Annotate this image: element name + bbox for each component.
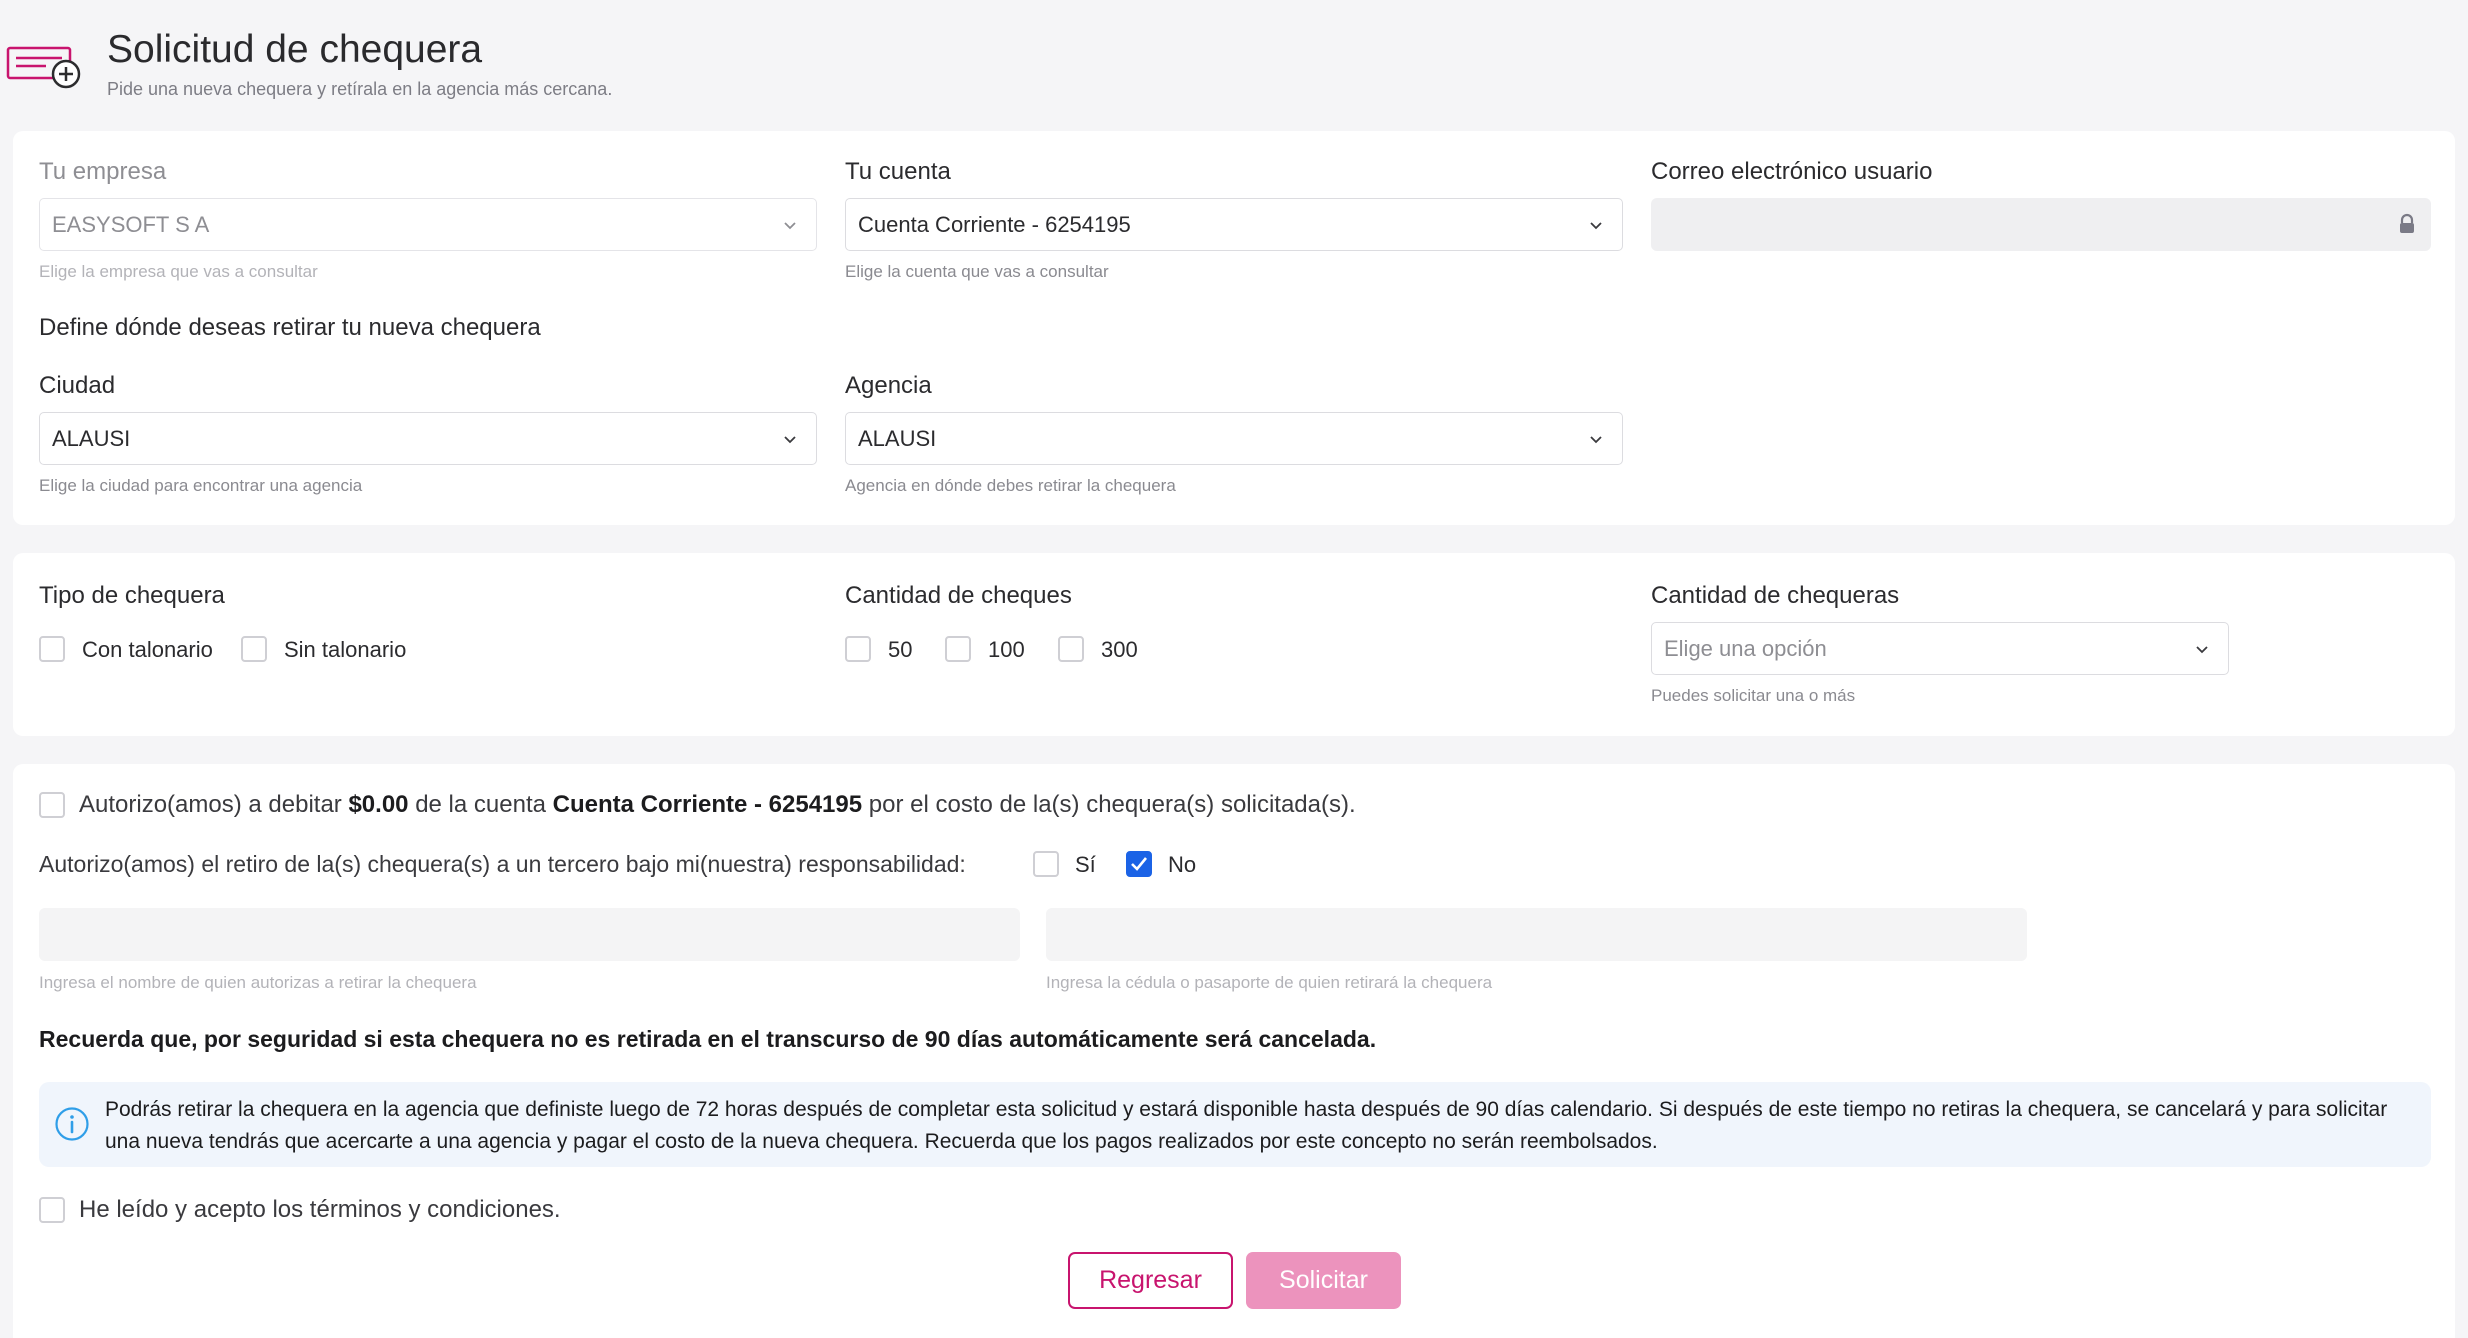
pickup-heading: Define dónde deseas retirar tu nueva che… xyxy=(39,314,541,341)
sin-talonario-checkbox[interactable] xyxy=(241,636,267,662)
page-subtitle: Pide una nueva chequera y retírala en la… xyxy=(107,79,613,99)
cheques-100-checkbox[interactable] xyxy=(945,636,971,662)
submit-button[interactable]: Solicitar xyxy=(1246,1252,1401,1309)
empresa-help: Elige la empresa que vas a consultar xyxy=(39,262,318,281)
page-header: Solicitud de chequera Pide una nueva che… xyxy=(0,0,2468,128)
agencia-help: Agencia en dónde debes retirar la cheque… xyxy=(845,476,1176,495)
sin-talonario-label: Sin talonario xyxy=(284,637,407,662)
back-button[interactable]: Regresar xyxy=(1068,1252,1233,1309)
con-talonario-checkbox[interactable] xyxy=(39,636,65,662)
cheques-100-label: 100 xyxy=(988,637,1025,662)
checkmark-icon xyxy=(1131,857,1147,871)
cantidad-chequeras-select[interactable]: Elige una opción xyxy=(1651,622,2229,675)
ciudad-select[interactable]: ALAUSI xyxy=(39,412,817,465)
chevron-down-icon xyxy=(1590,222,1602,230)
third-party-yes-label: Sí xyxy=(1075,852,1096,877)
terms-checkbox[interactable] xyxy=(39,1197,65,1223)
info-line-2: una nueva tendrás que acercarte a una ag… xyxy=(105,1130,1658,1153)
correo-label: Correo electrónico usuario xyxy=(1651,158,1933,185)
info-icon xyxy=(55,1107,89,1141)
debit-prefix: Autorizo(amos) a debitar xyxy=(79,791,342,818)
page-title: Solicitud de chequera xyxy=(107,28,483,71)
correo-field xyxy=(1651,198,2431,251)
info-line-1: Podrás retirar la chequera en la agencia… xyxy=(105,1098,2388,1121)
tipo-label: Tipo de chequera xyxy=(39,582,225,609)
third-party-yes-checkbox[interactable] xyxy=(1033,851,1059,877)
security-reminder: Recuerda que, por seguridad si esta cheq… xyxy=(39,1026,1377,1052)
agencia-label: Agencia xyxy=(845,372,932,399)
cuenta-value: Cuenta Corriente - 6254195 xyxy=(858,211,1131,237)
authorized-id-help: Ingresa la cédula o pasaporte de quien r… xyxy=(1046,973,1493,992)
cheques-300-label: 300 xyxy=(1101,637,1138,662)
third-party-no-label: No xyxy=(1168,852,1197,877)
terms-label: He leído y acepto los términos y condici… xyxy=(79,1196,561,1223)
debit-suffix: por el costo de la(s) chequera(s) solici… xyxy=(868,791,1356,818)
cuenta-label: Tu cuenta xyxy=(845,158,951,185)
authorized-id-input[interactable] xyxy=(1046,908,2027,961)
agencia-value: ALAUSI xyxy=(858,425,937,451)
checkbook-add-icon xyxy=(6,46,81,89)
debit-authorization-text: Autorizo(amos) a debitar $0.00 de la cue… xyxy=(79,791,1356,819)
empresa-select[interactable]: EASYSOFT S A xyxy=(39,198,817,251)
cantidad-chequeras-label: Cantidad de chequeras xyxy=(1651,582,1900,609)
third-party-no-checkbox[interactable] xyxy=(1126,851,1152,877)
authorized-name-help: Ingresa el nombre de quien autorizas a r… xyxy=(39,973,477,992)
debit-account: Cuenta Corriente - 6254195 xyxy=(552,791,863,818)
agencia-select[interactable]: ALAUSI xyxy=(845,412,1623,465)
info-text: Podrás retirar la chequera en la agencia… xyxy=(105,1094,2415,1158)
cantidad-chequeras-placeholder: Elige una opción xyxy=(1664,635,1827,661)
chevron-down-icon xyxy=(1590,436,1602,444)
chevron-down-icon xyxy=(784,222,796,230)
empresa-label: Tu empresa xyxy=(39,158,167,185)
ciudad-label: Ciudad xyxy=(39,372,116,399)
ciudad-value: ALAUSI xyxy=(52,425,131,451)
cantidad-chequeras-help: Puedes solicitar una o más xyxy=(1651,686,1856,705)
lock-icon xyxy=(2400,213,2414,233)
third-party-text: Autorizo(amos) el retiro de la(s) cheque… xyxy=(39,851,966,877)
info-notice: Podrás retirar la chequera en la agencia… xyxy=(39,1082,2431,1167)
cuenta-help: Elige la cuenta que vas a consultar xyxy=(845,262,1109,281)
ciudad-help: Elige la ciudad para encontrar una agenc… xyxy=(39,476,363,495)
authorized-name-input[interactable] xyxy=(39,908,1020,961)
chevron-down-icon xyxy=(2196,646,2208,654)
debit-authorization-checkbox[interactable] xyxy=(39,792,65,818)
debit-middle: de la cuenta xyxy=(415,791,546,818)
debit-amount: $0.00 xyxy=(348,791,409,818)
cheques-50-label: 50 xyxy=(888,637,913,662)
cheques-50-checkbox[interactable] xyxy=(845,636,871,662)
con-talonario-label: Con talonario xyxy=(82,637,213,662)
empresa-value: EASYSOFT S A xyxy=(52,211,210,237)
chevron-down-icon xyxy=(784,436,796,444)
cantidad-cheques-label: Cantidad de cheques xyxy=(845,582,1072,609)
cheques-300-checkbox[interactable] xyxy=(1058,636,1084,662)
cuenta-select[interactable]: Cuenta Corriente - 6254195 xyxy=(845,198,1623,251)
